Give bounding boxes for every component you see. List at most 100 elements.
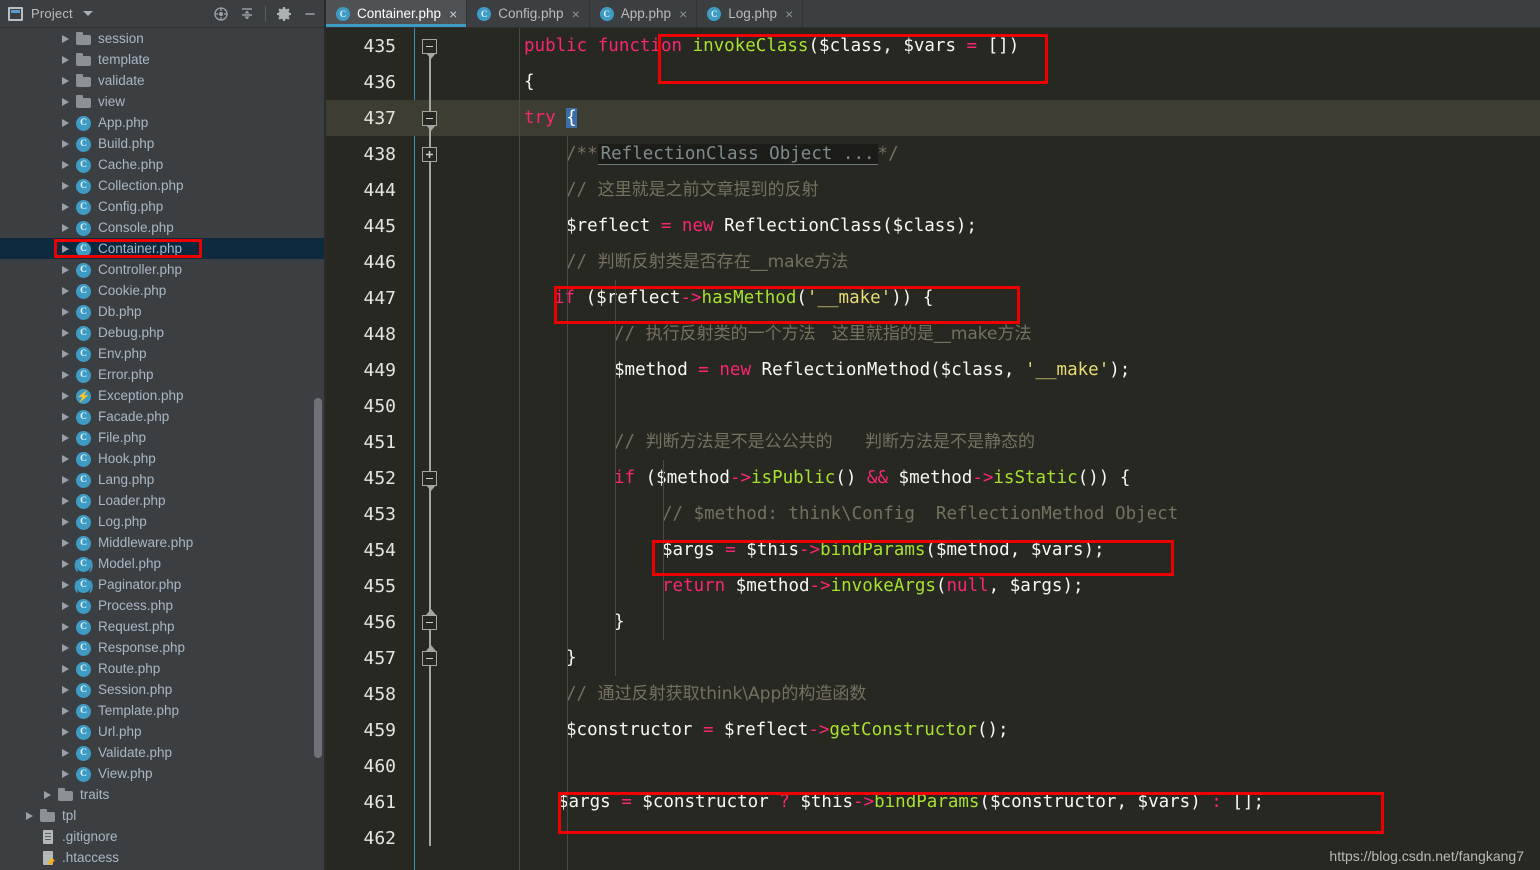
editor-tab-log-php[interactable]: C Log.php × bbox=[697, 0, 804, 27]
fold-expand-marker[interactable] bbox=[422, 147, 437, 162]
expand-arrow-icon[interactable] bbox=[62, 97, 69, 106]
expand-arrow-icon[interactable] bbox=[62, 328, 69, 337]
expand-arrow-icon[interactable] bbox=[26, 811, 33, 820]
tree-item-env-php[interactable]: C Env.php bbox=[0, 343, 326, 364]
tree-item-cache-php[interactable]: C Cache.php bbox=[0, 154, 326, 175]
expand-arrow-icon[interactable] bbox=[62, 223, 69, 232]
close-icon[interactable]: × bbox=[572, 7, 580, 21]
code-line-450[interactable]: 450 bbox=[326, 388, 1540, 424]
expand-arrow-icon[interactable] bbox=[62, 496, 69, 505]
expand-arrow-icon[interactable] bbox=[62, 559, 69, 568]
fold-gutter[interactable] bbox=[406, 280, 524, 316]
code-line-457[interactable]: 457} bbox=[326, 640, 1540, 676]
code-line-455[interactable]: 455 return $method->invokeArgs(null, $arg… bbox=[326, 568, 1540, 604]
fold-marker-437[interactable] bbox=[422, 111, 437, 131]
code-line-459[interactable]: 459 $constructor = $reflect->getConstruct… bbox=[326, 712, 1540, 748]
expand-arrow-icon[interactable] bbox=[62, 643, 69, 652]
chevron-down-icon[interactable] bbox=[82, 11, 93, 16]
expand-arrow-icon[interactable] bbox=[62, 664, 69, 673]
tree-item-model-php[interactable]: (C) Model.php bbox=[0, 553, 326, 574]
tree-item-file-php[interactable]: C File.php bbox=[0, 427, 326, 448]
collapse-all-icon[interactable] bbox=[235, 2, 259, 26]
code-line-449[interactable]: 449 $method = new ReflectionMethod($class… bbox=[326, 352, 1540, 388]
tree-item-hook-php[interactable]: C Hook.php bbox=[0, 448, 326, 469]
tree-item-paginator-php[interactable]: (C) Paginator.php bbox=[0, 574, 326, 595]
tree-item-controller-php[interactable]: C Controller.php bbox=[0, 259, 326, 280]
expand-arrow-icon[interactable] bbox=[62, 412, 69, 421]
fold-gutter[interactable] bbox=[406, 748, 524, 784]
gear-icon[interactable] bbox=[272, 2, 296, 26]
tree-item-log-php[interactable]: C Log.php bbox=[0, 511, 326, 532]
tree-item-process-php[interactable]: C Process.php bbox=[0, 595, 326, 616]
tree-item-lang-php[interactable]: C Lang.php bbox=[0, 469, 326, 490]
tree-item-request-php[interactable]: C Request.php bbox=[0, 616, 326, 637]
tree-item-view-php[interactable]: C View.php bbox=[0, 763, 326, 784]
fold-gutter[interactable] bbox=[406, 244, 524, 280]
tree-item-tpl[interactable]: tpl bbox=[0, 805, 326, 826]
tree-item-exception-php[interactable]: ⚡ Exception.php bbox=[0, 385, 326, 406]
expand-arrow-icon[interactable] bbox=[62, 349, 69, 358]
project-tree-scrollbar[interactable] bbox=[314, 398, 322, 758]
tree-item-cookie-php[interactable]: C Cookie.php bbox=[0, 280, 326, 301]
tree-item-db-php[interactable]: C Db.php bbox=[0, 301, 326, 322]
expand-arrow-icon[interactable] bbox=[62, 517, 69, 526]
expand-arrow-icon[interactable] bbox=[62, 370, 69, 379]
tree-item-traits[interactable]: traits bbox=[0, 784, 326, 805]
tree-item--htaccess[interactable]: .htaccess bbox=[0, 847, 326, 868]
fold-marker-435[interactable] bbox=[422, 39, 437, 59]
fold-gutter[interactable] bbox=[406, 532, 524, 568]
tree-item-facade-php[interactable]: C Facade.php bbox=[0, 406, 326, 427]
expand-arrow-icon[interactable] bbox=[62, 55, 69, 64]
expand-arrow-icon[interactable] bbox=[62, 202, 69, 211]
tree-item-response-php[interactable]: C Response.php bbox=[0, 637, 326, 658]
tree-item--gitignore[interactable]: .gitignore bbox=[0, 826, 326, 847]
expand-arrow-icon[interactable] bbox=[62, 139, 69, 148]
expand-arrow-icon[interactable] bbox=[44, 790, 51, 799]
minimize-icon[interactable] bbox=[298, 2, 322, 26]
fold-gutter[interactable] bbox=[406, 316, 524, 352]
code-line-436[interactable]: 436 { bbox=[326, 64, 1540, 100]
tree-item-console-php[interactable]: C Console.php bbox=[0, 217, 326, 238]
tree-item-debug-php[interactable]: C Debug.php bbox=[0, 322, 326, 343]
code-line-453[interactable]: 453 // $method: think\Config ReflectionMe… bbox=[326, 496, 1540, 532]
tree-item-collection-php[interactable]: C Collection.php bbox=[0, 175, 326, 196]
editor-tab-config-php[interactable]: C Config.php × bbox=[467, 0, 590, 27]
fold-marker-452[interactable] bbox=[422, 471, 437, 491]
expand-arrow-icon[interactable] bbox=[62, 769, 69, 778]
code-line-447[interactable]: 447 if ($reflect->hasMethod('__make')) { bbox=[326, 280, 1540, 316]
expand-arrow-icon[interactable] bbox=[62, 748, 69, 757]
tree-item-route-php[interactable]: C Route.php bbox=[0, 658, 326, 679]
expand-arrow-icon[interactable] bbox=[62, 181, 69, 190]
fold-gutter[interactable] bbox=[406, 712, 524, 748]
tree-item-view[interactable]: view bbox=[0, 91, 326, 112]
fold-gutter[interactable] bbox=[406, 172, 524, 208]
code-line-438[interactable]: 438 /** ReflectionClass Object ... */ bbox=[326, 136, 1540, 172]
fold-marker-456[interactable] bbox=[422, 609, 437, 630]
code-line-454[interactable]: 454 $args = $this->bindParams($method, $v… bbox=[326, 532, 1540, 568]
tree-item-session-php[interactable]: C Session.php bbox=[0, 679, 326, 700]
expand-arrow-icon[interactable] bbox=[62, 475, 69, 484]
code-line-461[interactable]: 461 $args = $constructor ? $this->bindPar… bbox=[326, 784, 1540, 820]
tree-item-build-php[interactable]: C Build.php bbox=[0, 133, 326, 154]
expand-arrow-icon[interactable] bbox=[62, 307, 69, 316]
tree-item-config-php[interactable]: C Config.php bbox=[0, 196, 326, 217]
expand-arrow-icon[interactable] bbox=[62, 76, 69, 85]
code-line-444[interactable]: 444 // 这里就是之前文章提到的反射 bbox=[326, 172, 1540, 208]
fold-marker-457[interactable] bbox=[422, 645, 437, 666]
code-line-446[interactable]: 446 // 判断反射类是否存在__make方法 bbox=[326, 244, 1540, 280]
expand-arrow-icon[interactable] bbox=[62, 34, 69, 43]
fold-gutter[interactable] bbox=[406, 784, 524, 820]
expand-arrow-icon[interactable] bbox=[62, 685, 69, 694]
close-icon[interactable]: × bbox=[785, 7, 793, 21]
expand-arrow-icon[interactable] bbox=[62, 391, 69, 400]
fold-gutter[interactable] bbox=[406, 388, 524, 424]
expand-arrow-icon[interactable] bbox=[62, 265, 69, 274]
fold-gutter[interactable] bbox=[406, 64, 524, 100]
fold-gutter[interactable] bbox=[406, 352, 524, 388]
code-line-456[interactable]: 456} bbox=[326, 604, 1540, 640]
tree-item-app-php[interactable]: C App.php bbox=[0, 112, 326, 133]
tree-item-loader-php[interactable]: C Loader.php bbox=[0, 490, 326, 511]
code-line-460[interactable]: 460 bbox=[326, 748, 1540, 784]
code-line-445[interactable]: 445 $reflect = new ReflectionClass($class… bbox=[326, 208, 1540, 244]
fold-gutter[interactable] bbox=[406, 496, 524, 532]
